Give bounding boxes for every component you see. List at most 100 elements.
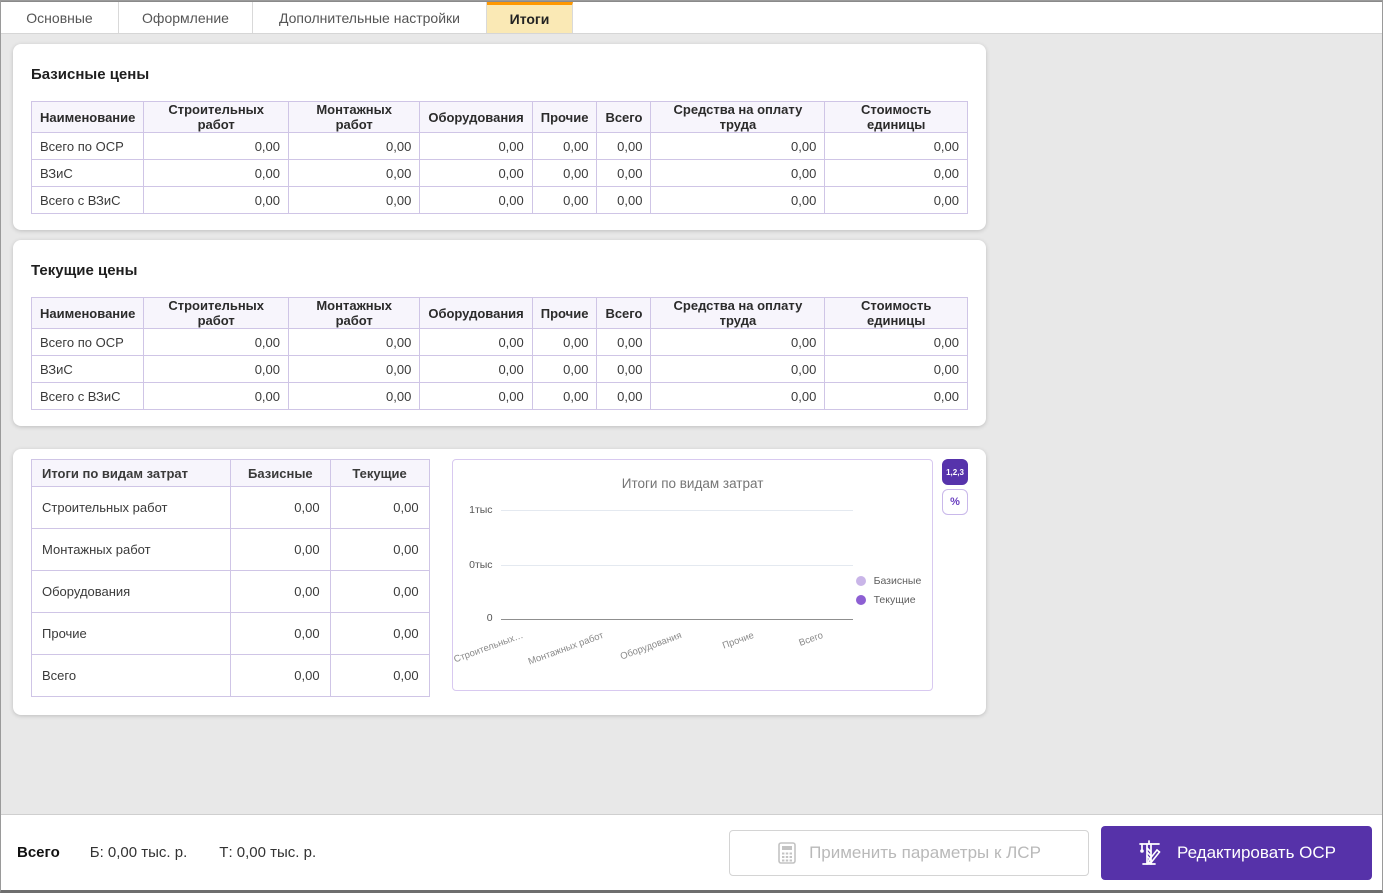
row-label: Всего с ВЗиС — [30, 382, 145, 410]
table-row: ВЗиС 0,00 0,00 0,00 0,00 0,00 0,00 0,00 — [30, 159, 968, 187]
cell-value: 0,00 — [230, 486, 331, 529]
col-header: Прочие — [531, 101, 598, 133]
chart-toggle-group: 1,2,3 % — [942, 459, 968, 519]
cell-value: 0,00 — [596, 132, 652, 160]
cell-value: 0,00 — [143, 382, 289, 410]
cell-value: 0,00 — [287, 382, 421, 410]
tab-osnovnye[interactable]: Основные — [1, 2, 119, 33]
apply-button-label: Применить параметры к ЛСР — [809, 842, 1041, 862]
cell-value: 0,00 — [824, 186, 968, 214]
base-prices-title: Базисные цены — [31, 66, 150, 83]
current-prices-title: Текущие цены — [31, 262, 138, 279]
current-prices-table: Наименование Строительных работ Монтажны… — [30, 297, 968, 410]
row-label: ВЗиС — [30, 355, 145, 383]
cell-value: 0,00 — [650, 186, 826, 214]
x-tick: Строительных… — [452, 630, 525, 666]
table-row: Прочие 0,00 0,00 — [30, 612, 430, 655]
cell-value: 0,00 — [824, 132, 968, 160]
cell-value: 0,00 — [143, 328, 289, 356]
cell-value: 0,00 — [230, 528, 331, 571]
cell-value: 0,00 — [329, 654, 430, 697]
cell-value: 0,00 — [419, 355, 533, 383]
cell-value: 0,00 — [329, 528, 430, 571]
footer-current-total: Т: 0,00 тыс. р. — [219, 844, 317, 861]
col-header: Оборудования — [419, 101, 533, 133]
y-tick: 0 — [486, 612, 493, 624]
row-label: ВЗиС — [30, 159, 145, 187]
col-header: Строительных работ — [143, 101, 289, 133]
cell-value: 0,00 — [824, 159, 968, 187]
col-header: Наименование — [30, 101, 145, 133]
edit-osr-button[interactable]: Редактировать ОСР — [1101, 825, 1372, 880]
tab-dopolnitelnye-nastroyki[interactable]: Дополнительные настройки — [253, 2, 487, 33]
col-header: Базисные — [230, 459, 331, 487]
col-header: Всего — [596, 101, 652, 133]
row-label: Всего по ОСР — [30, 328, 145, 356]
col-header: Оборудования — [419, 297, 533, 329]
footer-total-label: Всего — [17, 844, 60, 861]
chart-title: Итоги по видам затрат — [621, 476, 764, 491]
col-header: Средства на оплату труда — [650, 101, 826, 133]
cell-value: 0,00 — [650, 328, 826, 356]
totals-chart: Итоги по видам затрат 1тыс 0тыс 0 Строит… — [451, 459, 933, 691]
cell-value: 0,00 — [287, 186, 421, 214]
cell-value: 0,00 — [650, 132, 826, 160]
row-label: Оборудования — [30, 570, 232, 613]
cell-value: 0,00 — [596, 382, 652, 410]
cell-value: 0,00 — [531, 132, 598, 160]
cell-value: 0,00 — [824, 328, 968, 356]
cell-value: 0,00 — [230, 570, 331, 613]
table-row: ВЗиС 0,00 0,00 0,00 0,00 0,00 0,00 0,00 — [30, 355, 968, 383]
cell-value: 0,00 — [596, 355, 652, 383]
cell-value: 0,00 — [419, 159, 533, 187]
table-row: Всего 0,00 0,00 — [30, 654, 430, 697]
col-header: Монтажных работ — [287, 101, 421, 133]
cell-value: 0,00 — [287, 328, 421, 356]
gridline — [500, 510, 853, 511]
cell-value: 0,00 — [824, 382, 968, 410]
tab-oformlenie[interactable]: Оформление — [119, 2, 253, 33]
cell-value: 0,00 — [650, 355, 826, 383]
cell-value: 0,00 — [531, 186, 598, 214]
cell-value: 0,00 — [143, 132, 289, 160]
tab-bar: Основные Оформление Дополнительные настр… — [1, 1, 1382, 34]
chart-percent-toggle-button[interactable]: % — [942, 489, 968, 515]
cell-value: 0,00 — [531, 159, 598, 187]
current-prices-panel: Текущие цены Наименование Строительных р… — [13, 240, 986, 426]
cell-value: 0,00 — [143, 159, 289, 187]
footer-bar: Всего Б: 0,00 тыс. р. Т: 0,00 тыс. р. Пр… — [1, 814, 1382, 890]
cell-value: 0,00 — [287, 355, 421, 383]
x-tick: Прочие — [721, 630, 756, 652]
totals-panel: Итоги по видам затрат Базисные Текущие С… — [13, 449, 986, 715]
crane-edit-icon — [1137, 839, 1165, 867]
col-header: Стоимость единицы — [824, 297, 968, 329]
cell-value: 0,00 — [143, 355, 289, 383]
chart-values-toggle-button[interactable]: 1,2,3 — [942, 459, 968, 485]
content-area: Базисные цены Наименование Строительных … — [1, 35, 1382, 814]
row-label: Прочие — [30, 612, 232, 655]
table-row: Оборудования 0,00 0,00 — [30, 570, 430, 613]
table-row: Монтажных работ 0,00 0,00 — [30, 528, 430, 571]
x-tick: Оборудования — [618, 630, 683, 663]
totals-table: Итоги по видам затрат Базисные Текущие С… — [30, 459, 430, 697]
table-row: Всего с ВЗиС 0,00 0,00 0,00 0,00 0,00 0,… — [30, 186, 968, 214]
cell-value: 0,00 — [650, 159, 826, 187]
cell-value: 0,00 — [419, 382, 533, 410]
cell-value: 0,00 — [531, 382, 598, 410]
cell-value: 0,00 — [230, 654, 331, 697]
row-label: Всего — [30, 654, 232, 697]
legend-label: Базисные — [873, 575, 922, 587]
base-prices-panel: Базисные цены Наименование Строительных … — [13, 44, 986, 230]
table-row: Строительных работ 0,00 0,00 — [30, 486, 430, 529]
cell-value: 0,00 — [531, 355, 598, 383]
cell-value: 0,00 — [596, 328, 652, 356]
col-header: Строительных работ — [143, 297, 289, 329]
table-header-row: Наименование Строительных работ Монтажны… — [30, 101, 968, 133]
col-header: Прочие — [531, 297, 598, 329]
legend-label: Текущие — [873, 594, 916, 606]
table-header-row: Итоги по видам затрат Базисные Текущие — [30, 459, 430, 487]
tab-itogi[interactable]: Итоги — [487, 2, 573, 33]
apply-parameters-button[interactable]: Применить параметры к ЛСР — [729, 829, 1089, 876]
col-header: Средства на оплату труда — [650, 297, 826, 329]
cell-value: 0,00 — [419, 328, 533, 356]
